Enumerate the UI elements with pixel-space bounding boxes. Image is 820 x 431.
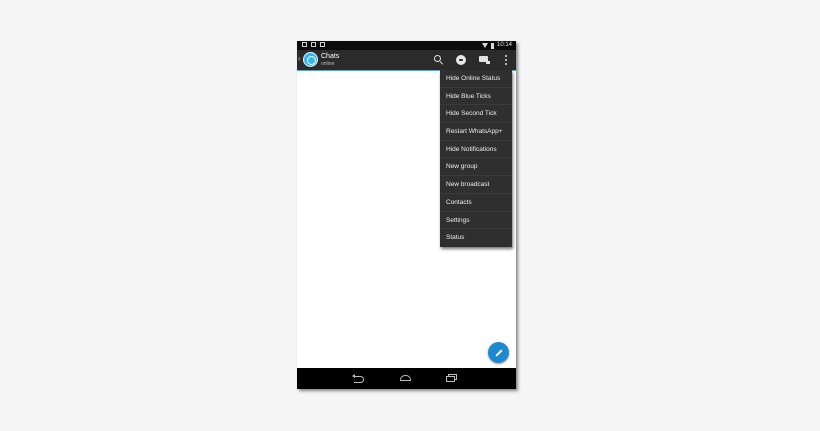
- overflow-menu-icon[interactable]: [499, 53, 513, 67]
- page-title: Chats: [321, 53, 340, 60]
- status-time: 10:14: [496, 42, 512, 48]
- action-bar: ‹ Chats online: [297, 50, 516, 71]
- notification-icon: [302, 42, 307, 47]
- menu-item-restart-whatsapp-plus[interactable]: Restart WhatsApp+: [440, 123, 512, 141]
- new-chat-icon[interactable]: [454, 53, 468, 67]
- menu-item-hide-blue-ticks[interactable]: Hide Blue Ticks: [440, 88, 512, 106]
- menu-item-hide-second-tick[interactable]: Hide Second Tick: [440, 105, 512, 124]
- menu-item-new-broadcast[interactable]: New broadcast: [440, 176, 512, 194]
- menu-item-status[interactable]: Status: [440, 229, 512, 247]
- menu-item-contacts[interactable]: Contacts: [440, 194, 512, 212]
- camera-icon: [311, 42, 316, 47]
- pencil-icon: [495, 349, 503, 357]
- status-notification-icons: [302, 42, 325, 47]
- status-system-icons: 10:14: [481, 41, 512, 50]
- compose-fab-button[interactable]: [488, 342, 509, 363]
- menu-item-hide-online-status[interactable]: Hide Online Status: [440, 70, 512, 88]
- page-subtitle: online: [321, 61, 335, 67]
- back-icon[interactable]: [352, 373, 366, 383]
- image-icon: [320, 42, 325, 47]
- menu-item-settings[interactable]: Settings: [440, 212, 512, 230]
- menu-item-hide-notifications[interactable]: Hide Notifications: [440, 141, 512, 159]
- back-chevron-icon[interactable]: ‹: [298, 55, 301, 63]
- recents-icon[interactable]: [445, 373, 459, 383]
- wifi-icon: [481, 43, 488, 48]
- overflow-menu: Hide Online Status Hide Blue Ticks Hide …: [440, 70, 512, 247]
- menu-item-new-group[interactable]: New group: [440, 158, 512, 177]
- search-icon[interactable]: [432, 53, 446, 67]
- home-icon[interactable]: [399, 373, 413, 383]
- navigation-bar: [297, 368, 516, 389]
- whatsapp-logo-icon[interactable]: [303, 52, 318, 67]
- battery-icon: [490, 42, 494, 49]
- contacts-icon[interactable]: [477, 53, 491, 67]
- action-bar-title-group: Chats online: [321, 52, 339, 67]
- phone-screen: 10:14 ‹ Chats online Hide Online Status …: [297, 41, 516, 389]
- status-bar: 10:14: [297, 41, 516, 50]
